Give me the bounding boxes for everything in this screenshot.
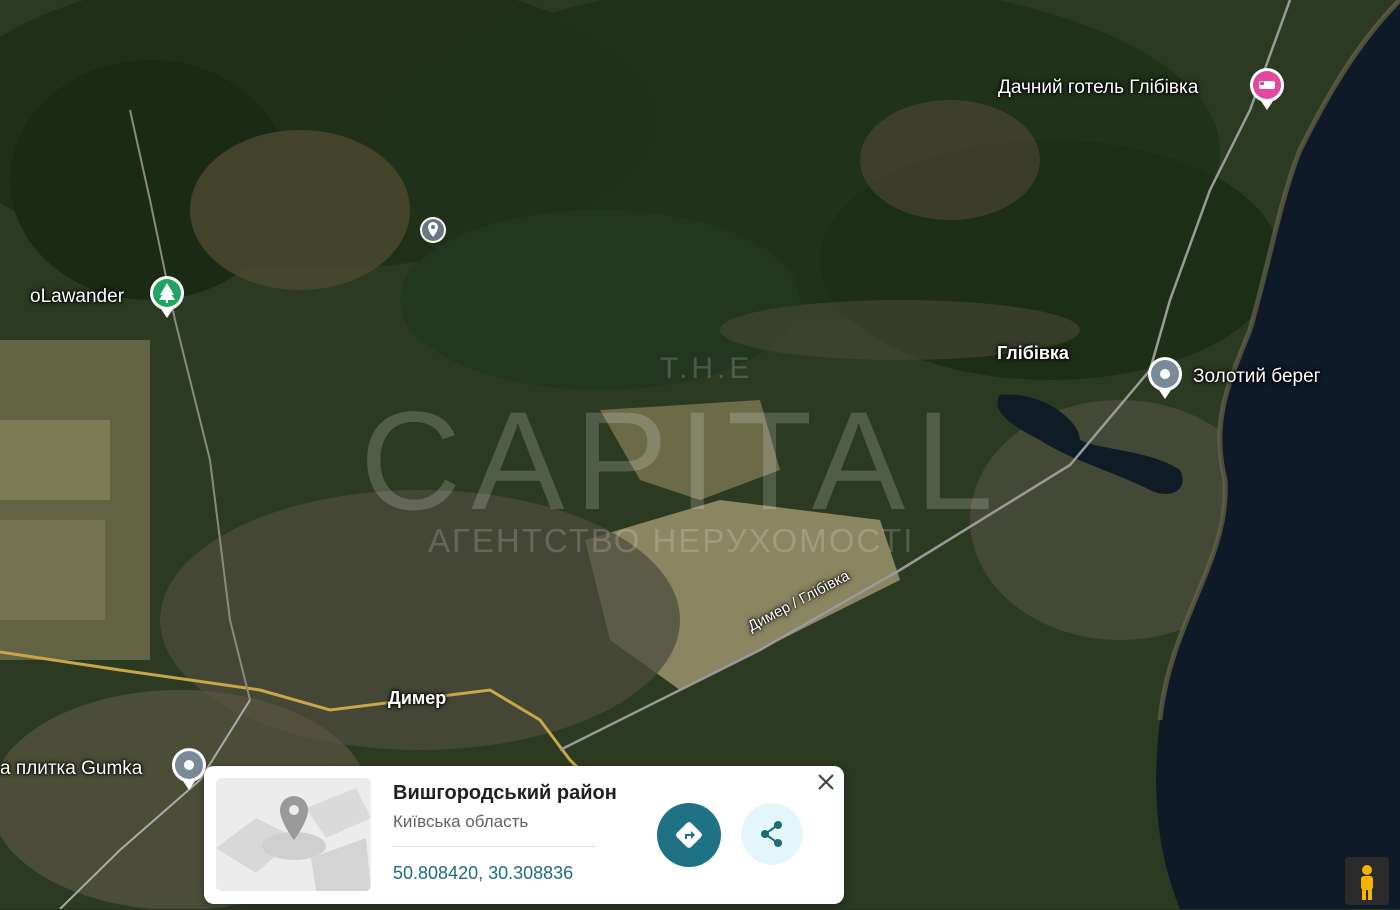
coordinates-link[interactable]: 50.808420, 30.308836 [393,863,573,884]
place-label-gumka[interactable]: а плитка Gumka [0,758,142,780]
watermark-sub: АГЕНТСТВО НЕРУХОМОСТІ [428,522,915,559]
share-icon [761,821,782,847]
place-title: Вишгородський район [393,782,617,804]
share-button[interactable] [741,803,803,865]
place-label-zolotyi-bereh[interactable]: Золотий берег [1193,366,1321,388]
card-divider [393,846,596,847]
directions-icon [676,822,702,848]
place-pin-icon[interactable] [1146,356,1184,405]
place-thumbnail[interactable] [216,778,371,891]
close-button[interactable] [814,770,838,794]
place-label-hotel[interactable]: Дачний готель Глібівка [998,77,1198,99]
settlement-label-glibivka: Глібівка [997,343,1069,363]
directions-button[interactable] [657,803,721,867]
place-info-card[interactable]: Вишгородський район Київська область 50.… [204,766,844,904]
pegman-button[interactable] [1345,857,1389,905]
watermark-main: CAPITAL [360,382,1004,539]
pegman-icon [1361,865,1373,900]
place-label-olawander[interactable]: oLawander [30,286,124,308]
close-icon [818,774,834,790]
settlement-label-dymer: Димер [388,688,447,708]
location-pin-icon[interactable] [418,215,448,250]
place-pin-icon[interactable] [170,747,208,796]
hotel-bed-icon[interactable] [1248,67,1286,116]
place-subtitle: Київська область [393,812,529,831]
tree-icon[interactable] [148,275,186,324]
